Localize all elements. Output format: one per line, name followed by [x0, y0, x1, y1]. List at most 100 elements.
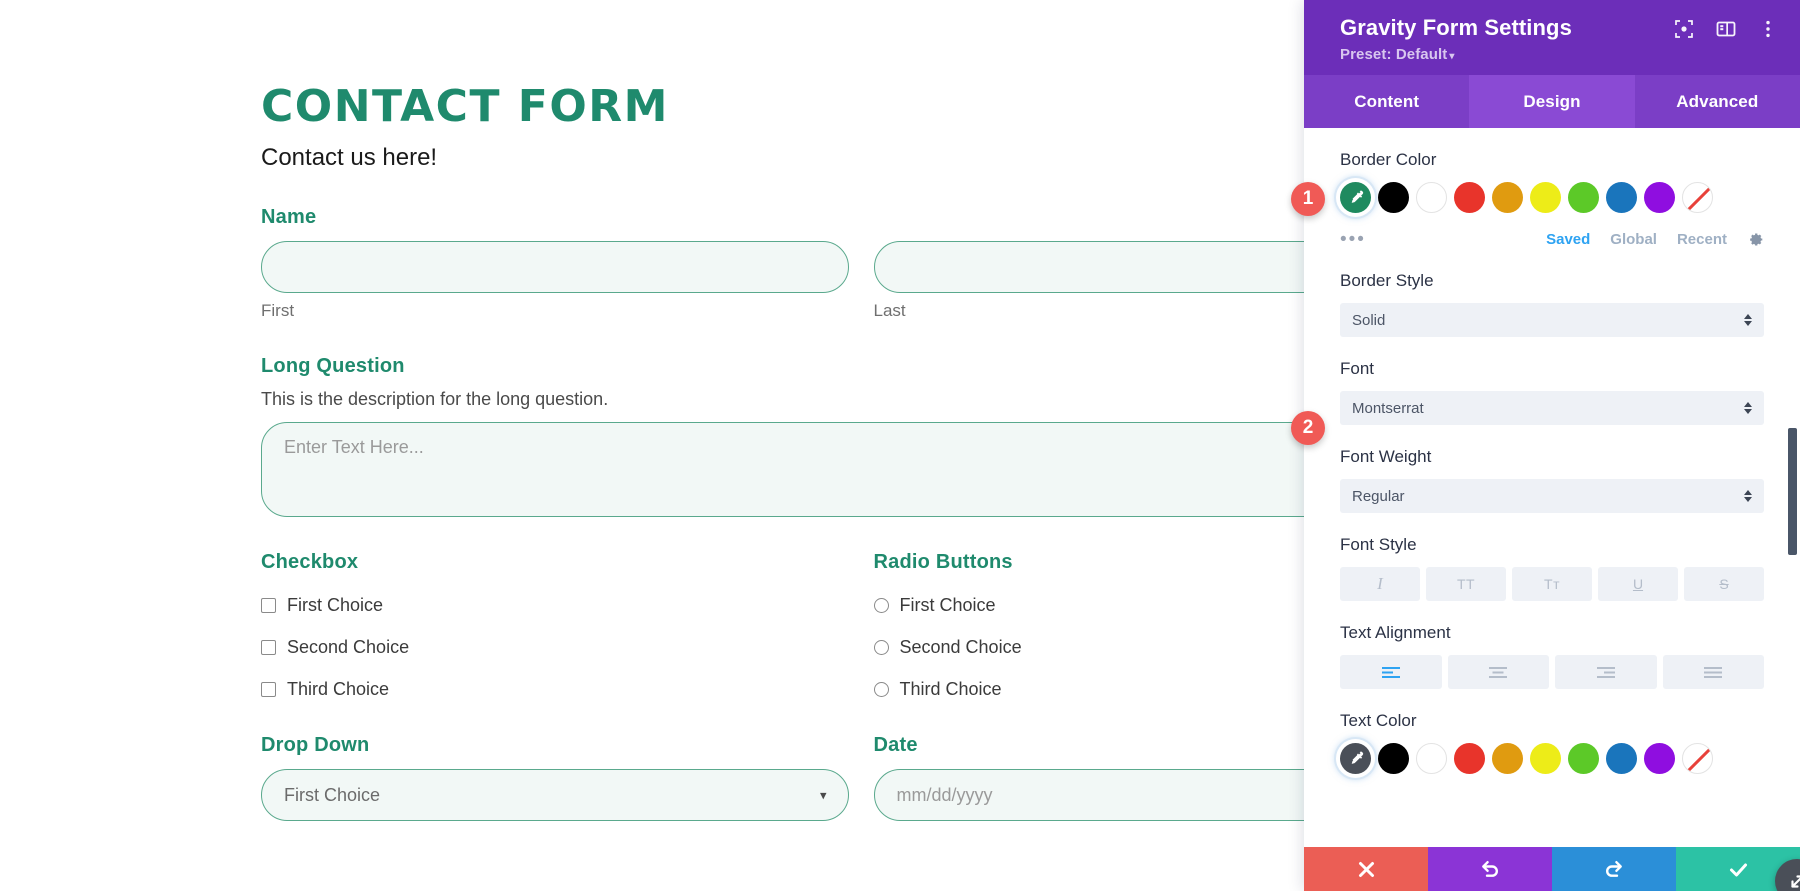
font-weight-value: Regular — [1352, 487, 1405, 505]
radio-circle-icon[interactable] — [873, 598, 889, 614]
swatch-white[interactable] — [1416, 182, 1447, 214]
palette-more-icon[interactable]: ••• — [1340, 230, 1366, 249]
align-right-button[interactable] — [1555, 655, 1657, 690]
text-swatch-yellow[interactable] — [1530, 743, 1561, 775]
redo-icon — [1606, 861, 1622, 877]
gear-icon[interactable] — [1747, 231, 1764, 248]
eyedropper-icon — [1351, 190, 1363, 203]
font-style-underline-button[interactable]: U — [1598, 567, 1678, 602]
text-color-swatches — [1340, 743, 1764, 775]
align-left-button[interactable] — [1340, 655, 1442, 690]
name-first-input[interactable] — [261, 241, 849, 294]
text-color-selected-swatch[interactable] — [1340, 743, 1371, 775]
long-question-textarea[interactable] — [261, 422, 1304, 518]
swatch-purple[interactable] — [1644, 182, 1675, 214]
date-input[interactable] — [873, 769, 1304, 822]
field-label-radio: Radio Buttons — [873, 551, 1013, 574]
palette-tab-recent[interactable]: Recent — [1677, 231, 1727, 248]
radio-option[interactable]: Second Choice — [873, 637, 1305, 658]
swatch-black[interactable] — [1378, 182, 1409, 214]
preset-selector[interactable]: Preset: Default ▾ — [1340, 46, 1778, 63]
palette-tab-saved[interactable]: Saved — [1546, 231, 1590, 248]
border-style-value: Solid — [1352, 311, 1386, 329]
text-swatch-none[interactable] — [1682, 743, 1713, 775]
swatch-none[interactable] — [1682, 182, 1713, 214]
field-radio: Radio Buttons First Choice Second Choice… — [873, 551, 1305, 700]
font-select[interactable]: Montserrat — [1340, 391, 1764, 426]
undo-button[interactable] — [1428, 847, 1552, 891]
select-arrows-icon — [1743, 490, 1753, 503]
font-style-buttons: I TT Tт U S — [1340, 567, 1764, 602]
swatch-green[interactable] — [1568, 182, 1599, 214]
swatch-blue[interactable] — [1606, 182, 1637, 214]
text-swatch-black[interactable] — [1378, 743, 1409, 775]
tab-content[interactable]: Content — [1304, 75, 1469, 128]
tab-advanced[interactable]: Advanced — [1635, 75, 1800, 128]
text-swatch-red[interactable] — [1454, 743, 1485, 775]
panel-scrollbar[interactable] — [1788, 428, 1797, 556]
label-text-color: Text Color — [1340, 711, 1417, 731]
checkbox-box-icon[interactable] — [261, 598, 276, 614]
tab-design[interactable]: Design — [1469, 75, 1635, 129]
checkmark-icon — [1729, 863, 1747, 876]
font-weight-select[interactable]: Regular — [1340, 479, 1764, 514]
field-description-long-question: This is the description for the long que… — [261, 389, 609, 410]
radio-option-label: Third Choice — [899, 679, 1002, 700]
align-right-icon — [1596, 667, 1615, 679]
panel-tabs: Content Design Advanced — [1304, 75, 1800, 129]
dropdown-select[interactable] — [261, 769, 849, 822]
form-subtitle: Contact us here! — [261, 144, 438, 172]
form-title: CONTACT FORM — [261, 81, 669, 132]
checkbox-option[interactable]: First Choice — [261, 595, 849, 616]
font-style-capitalize-button[interactable]: Tт — [1512, 567, 1592, 602]
name-last-col: Last — [873, 229, 1304, 321]
checkbox-option[interactable]: Third Choice — [261, 679, 849, 700]
radio-circle-icon[interactable] — [873, 682, 889, 698]
name-first-col: First — [261, 229, 849, 321]
border-color-swatches — [1340, 182, 1764, 214]
panel-body: Border Color ••• Saved Global Recent Bor… — [1304, 128, 1800, 847]
border-color-selected-swatch[interactable] — [1340, 182, 1371, 214]
field-label-long-question: Long Question — [261, 355, 405, 378]
name-last-input[interactable] — [873, 241, 1304, 294]
text-swatch-white[interactable] — [1416, 743, 1447, 775]
caret-down-icon: ▾ — [1449, 51, 1455, 63]
swatch-yellow[interactable] — [1530, 182, 1561, 214]
more-options-icon[interactable] — [1758, 19, 1778, 39]
swatch-orange[interactable] — [1492, 182, 1523, 214]
checkbox-option[interactable]: Second Choice — [261, 637, 849, 658]
undo-icon — [1482, 861, 1498, 877]
eyedropper-icon — [1351, 751, 1363, 764]
swatch-red[interactable] — [1454, 182, 1485, 214]
font-style-italic-button[interactable]: I — [1340, 567, 1420, 602]
label-font-weight: Font Weight — [1340, 447, 1432, 467]
align-center-icon — [1489, 667, 1508, 679]
choice-fields-row: Checkbox First Choice Second Choice Thir… — [261, 551, 1304, 700]
text-swatch-orange[interactable] — [1492, 743, 1523, 775]
focus-target-icon[interactable] — [1674, 19, 1694, 39]
layout-columns-icon[interactable] — [1716, 19, 1736, 39]
checkbox-option-label: Second Choice — [287, 637, 410, 658]
align-justify-icon — [1704, 667, 1723, 679]
align-justify-button[interactable] — [1662, 655, 1764, 690]
checkbox-option-label: Third Choice — [287, 679, 390, 700]
field-date: Date — [873, 734, 1304, 822]
text-swatch-purple[interactable] — [1644, 743, 1675, 775]
group-border-style: Border Style Solid — [1340, 271, 1764, 338]
radio-option[interactable]: Third Choice — [873, 679, 1305, 700]
redo-button[interactable] — [1552, 847, 1676, 891]
cancel-button[interactable] — [1304, 847, 1428, 891]
radio-circle-icon[interactable] — [873, 640, 889, 656]
font-style-uppercase-button[interactable]: TT — [1426, 567, 1506, 602]
palette-tab-global[interactable]: Global — [1610, 231, 1657, 248]
font-style-strikethrough-button[interactable]: S — [1684, 567, 1764, 602]
panel-title: Gravity Form Settings — [1340, 15, 1572, 40]
field-dropdown: Drop Down ▾ — [261, 734, 849, 822]
border-style-select[interactable]: Solid — [1340, 303, 1764, 338]
checkbox-box-icon[interactable] — [261, 640, 276, 656]
radio-option[interactable]: First Choice — [873, 595, 1305, 616]
text-swatch-blue[interactable] — [1606, 743, 1637, 775]
checkbox-box-icon[interactable] — [261, 682, 276, 698]
align-center-button[interactable] — [1447, 655, 1549, 690]
text-swatch-green[interactable] — [1568, 743, 1599, 775]
